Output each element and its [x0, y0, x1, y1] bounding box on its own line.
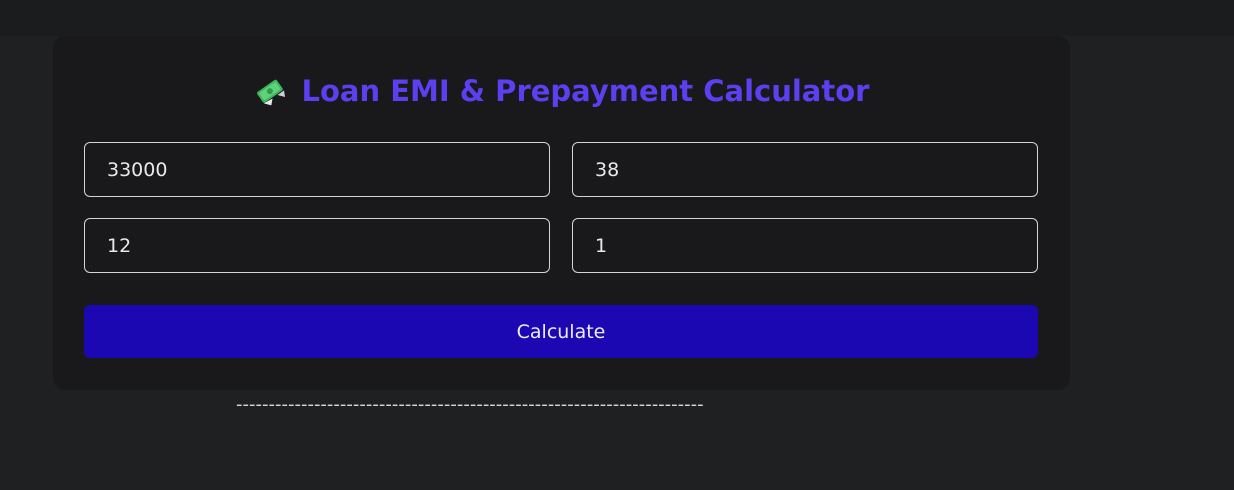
prepayment-input[interactable] [572, 218, 1038, 273]
calculate-button[interactable]: Calculate [84, 305, 1038, 358]
page-title: Loan EMI & Prepayment Calculator [301, 74, 870, 108]
money-with-wings-icon [254, 74, 288, 108]
loan-amount-input[interactable] [84, 142, 550, 197]
tenure-input[interactable] [84, 218, 550, 273]
result-divider: ----------------------------------------… [236, 394, 704, 415]
title-row: Loan EMI & Prepayment Calculator [0, 72, 1123, 110]
interest-rate-input[interactable] [572, 142, 1038, 197]
top-bar [0, 0, 1234, 36]
